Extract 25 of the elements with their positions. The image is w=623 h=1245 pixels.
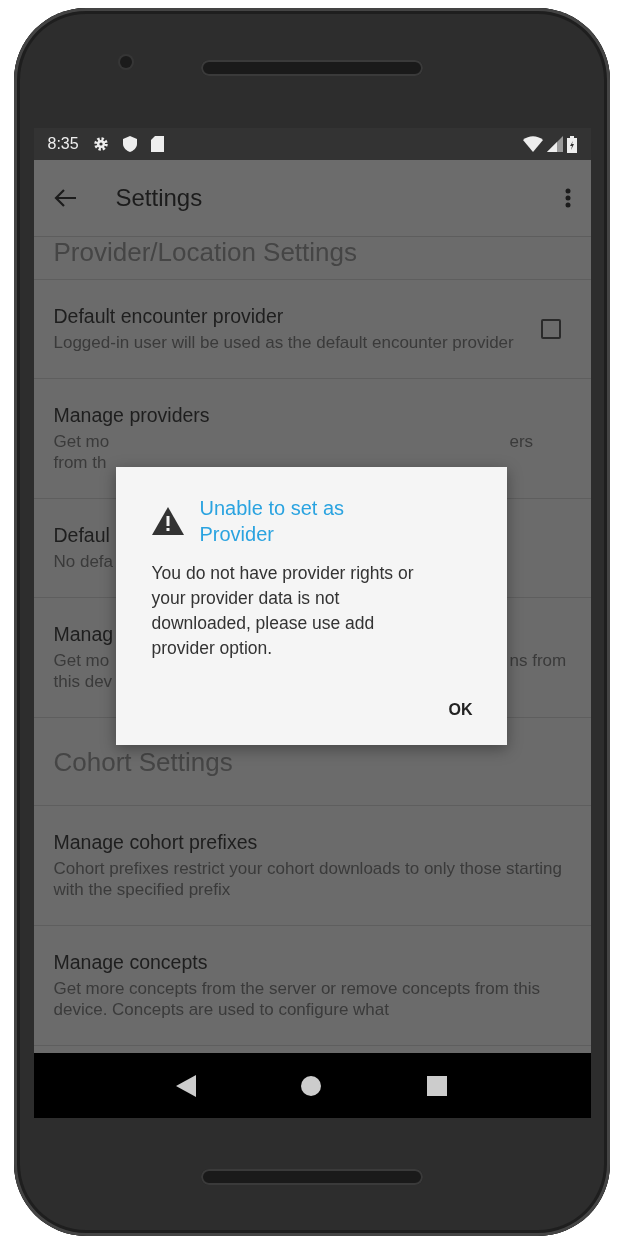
wifi-icon: [522, 136, 543, 152]
checkbox[interactable]: [540, 318, 561, 339]
dialog-message: You do not have provider rights or your provider data is not downloaded, please use add provider option.: [151, 562, 415, 660]
sd-card-icon: [150, 136, 164, 152]
back-icon[interactable]: [175, 1074, 196, 1097]
setting-title: Manag: [53, 622, 114, 646]
shield-icon: [122, 136, 137, 152]
setting-title: Manage providers: [53, 403, 210, 427]
setting-title: Manage cohort prefixes: [53, 830, 258, 854]
battery-icon: [566, 135, 577, 153]
recents-icon[interactable]: [426, 1074, 449, 1097]
more-options-icon[interactable]: [564, 188, 571, 208]
ok-button[interactable]: OK: [438, 695, 483, 725]
setting-title: Defaul: [53, 523, 110, 547]
signal-icon: [546, 136, 563, 152]
dialog-title: Unable to set as Provider: [199, 496, 346, 547]
back-arrow-icon[interactable]: [53, 189, 76, 207]
warning-icon: [151, 507, 184, 535]
setting-title: Manage concepts: [53, 950, 208, 974]
setting-title: Default encounter provider: [53, 304, 284, 328]
home-icon[interactable]: [300, 1074, 322, 1097]
toolbar-title: Settings: [115, 184, 203, 212]
status-time: 8:35: [47, 135, 79, 153]
gear-icon: [92, 136, 109, 152]
camera-icon: [120, 56, 132, 68]
